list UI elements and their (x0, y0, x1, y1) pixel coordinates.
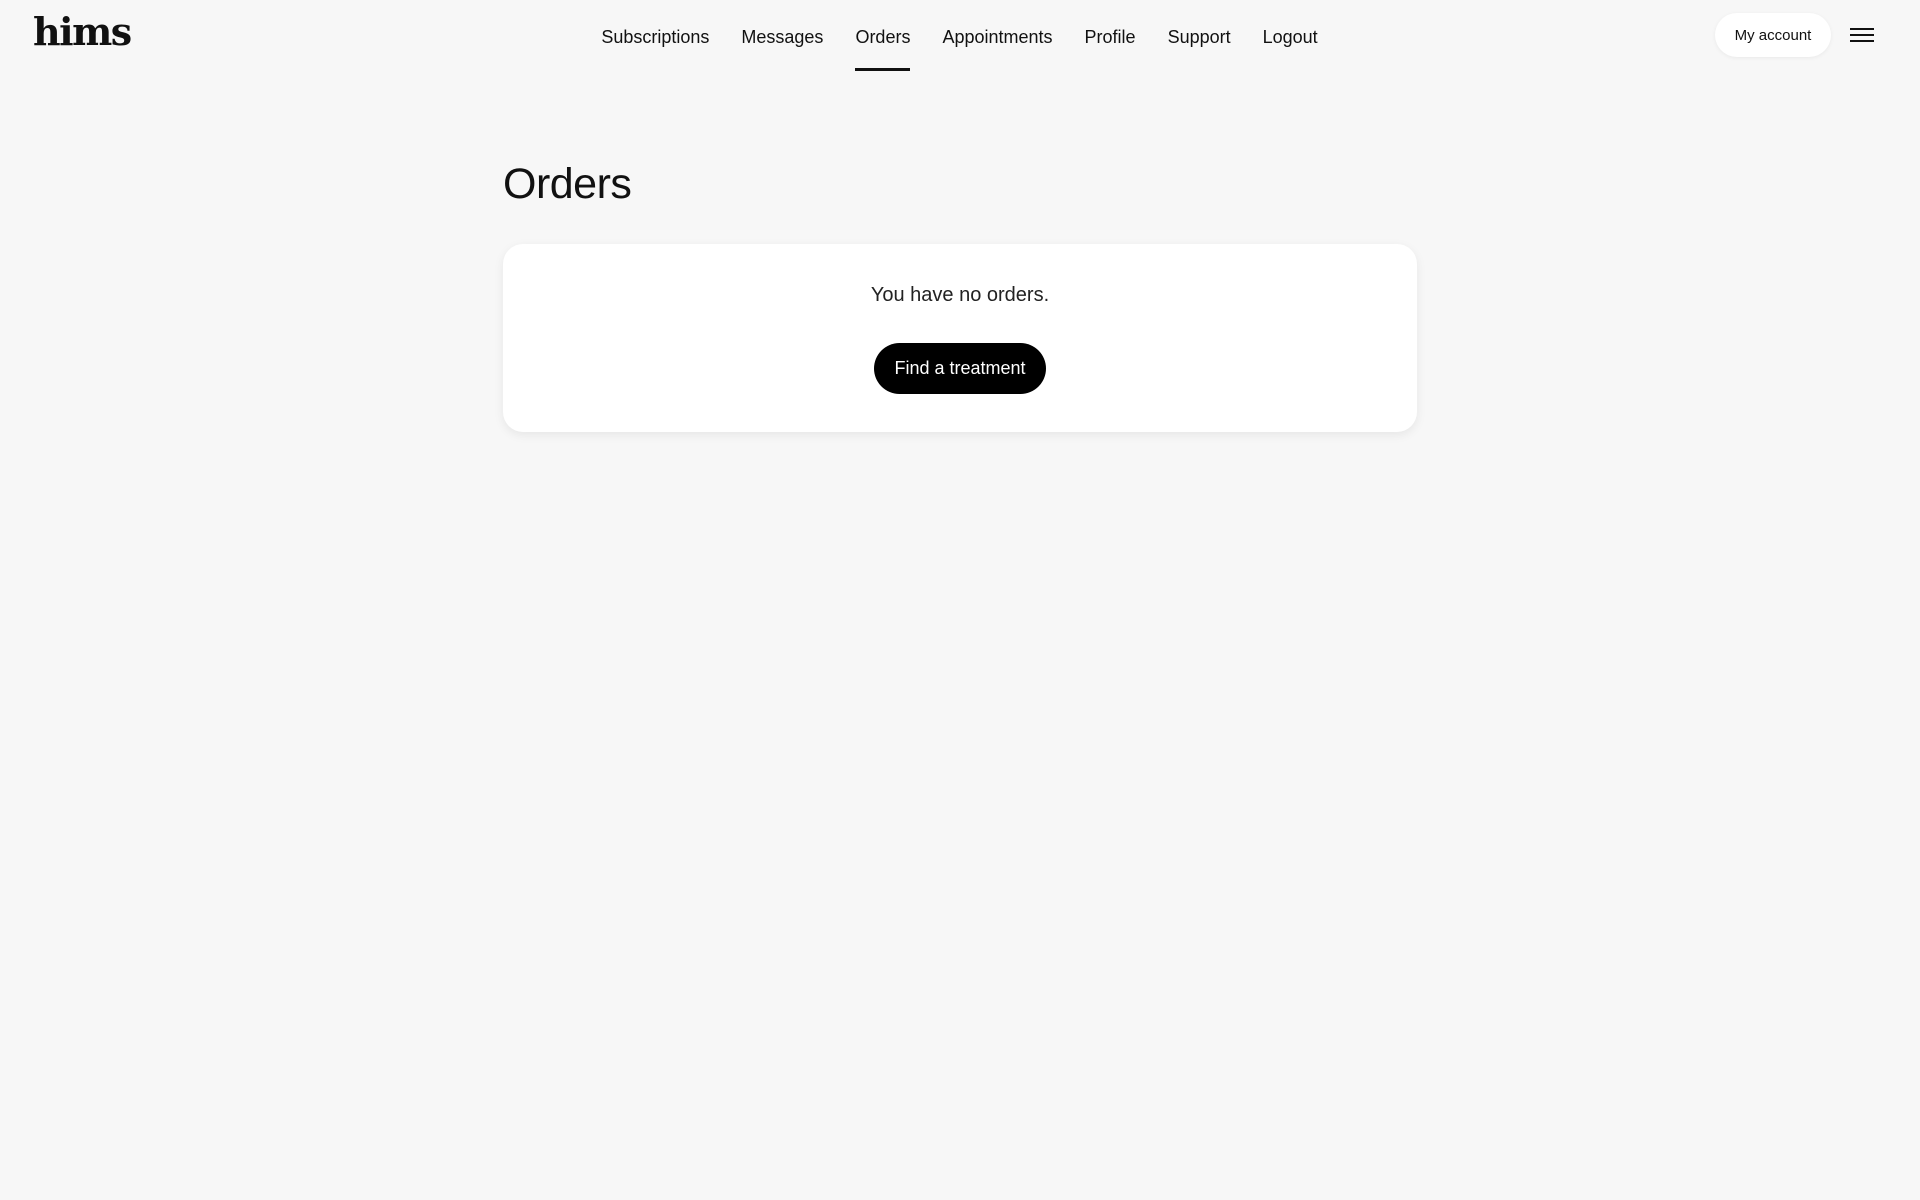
nav-item-orders[interactable]: Orders (855, 0, 911, 72)
page-title: Orders (503, 160, 632, 208)
menu-bar (1850, 28, 1874, 30)
my-account-button[interactable]: My account (1715, 13, 1831, 57)
main-nav-list: Subscriptions Messages Orders Appointmen… (601, 0, 1318, 72)
menu-bar (1850, 34, 1874, 36)
nav-item-profile[interactable]: Profile (1085, 0, 1136, 72)
nav-item-messages[interactable]: Messages (741, 0, 823, 72)
menu-bar (1850, 40, 1874, 42)
orders-empty-card: You have no orders. Find a treatment (503, 244, 1417, 432)
hamburger-menu-icon[interactable] (1850, 22, 1876, 48)
nav-item-support[interactable]: Support (1168, 0, 1231, 72)
nav-item-logout[interactable]: Logout (1263, 0, 1318, 72)
find-treatment-button[interactable]: Find a treatment (874, 343, 1046, 394)
nav-item-appointments[interactable]: Appointments (942, 0, 1052, 72)
hims-logo[interactable]: hims (33, 6, 132, 58)
nav-item-subscriptions[interactable]: Subscriptions (601, 0, 709, 72)
main-nav: Subscriptions Messages Orders Appointmen… (0, 0, 1920, 74)
site-header: hims Subscriptions Messages Orders Appoi… (0, 0, 1920, 74)
empty-state-message: You have no orders. (870, 284, 1050, 306)
